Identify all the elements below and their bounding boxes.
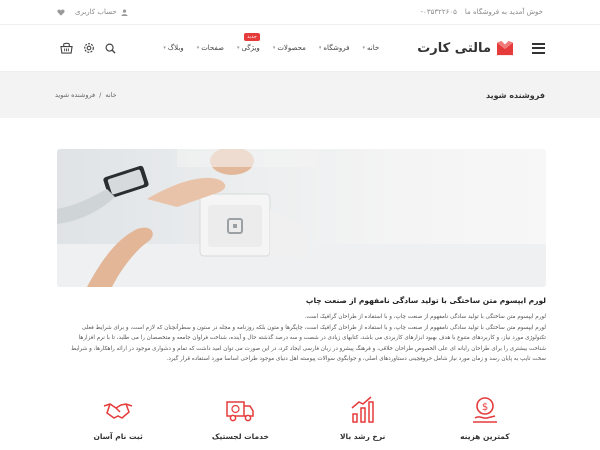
nav-item-home[interactable]: خانه ▾	[363, 44, 380, 52]
top-bar: خوش آمدید به فروشگاه ما ۰۳۵۳۲۲۶۰۵- حساب …	[0, 0, 600, 25]
nav-item-shop[interactable]: فروشگاه ▾	[319, 44, 350, 52]
main-nav: خانه ▾ فروشگاه ▾ محصولات ▾ جدید ویژگی ▾ صفحات…	[163, 33, 380, 52]
breadcrumb-separator: /	[99, 91, 102, 99]
new-badge: جدید	[244, 33, 260, 41]
phone-number: ۰۳۵۳۲۲۶۰۵-	[420, 8, 457, 16]
nav-label: صفحات	[201, 44, 224, 52]
article-line: لورم ایپسوم متن ساختگی با تولید سادگی نا…	[81, 324, 546, 331]
article-heading: لورم ایپسوم متن ساختگی با تولید سادگی نا…	[305, 296, 546, 305]
chevron-down-icon: ▾	[318, 45, 322, 51]
logo-mark-icon	[497, 40, 513, 56]
search-icon[interactable]	[105, 43, 116, 54]
article-line: شناخت بیشتری را برای طراحان رایانه ای عل…	[71, 345, 546, 352]
growth-chart-icon	[351, 396, 374, 423]
payment-scene-illustration	[57, 149, 546, 287]
welcome-text: خوش آمدید به فروشگاه ما	[464, 8, 543, 16]
wishlist-heart-icon[interactable]	[57, 9, 65, 16]
feature-label: خدمات لجستیک	[211, 432, 269, 441]
nav-label: ویژگی	[241, 44, 260, 52]
chevron-down-icon: ▾	[272, 45, 276, 51]
account-label: حساب کاربری	[75, 8, 117, 16]
feature-label: کمترین هزینه	[460, 432, 510, 441]
article-line: لورم ایپسوم متن ساختگی با تولید سادگی نا…	[304, 314, 546, 320]
article-line: سخت تایپ به پایان رسد و زمان مورد نیاز ش…	[166, 356, 546, 362]
logo-text: مالتی کارت	[417, 40, 491, 56]
handshake-icon	[103, 403, 133, 419]
chevron-down-icon: ▾	[362, 45, 366, 51]
header-icons	[60, 42, 116, 54]
account-link[interactable]: حساب کاربری	[75, 8, 128, 16]
nav-item-blog[interactable]: وبلاگ ▾	[163, 44, 183, 52]
nav-item-pages[interactable]: صفحات ▾	[197, 44, 224, 52]
site-logo[interactable]: مالتی کارت	[417, 40, 514, 56]
feature-label: نرخ رشد بالا	[339, 432, 386, 441]
features-row: $ کمترین هزینه نرخ رشد بالا خدمات لجستیک…	[57, 396, 546, 441]
breadcrumb-current: فروشنده شوید	[55, 91, 96, 99]
breadcrumb-home[interactable]: خانه	[105, 91, 116, 99]
article-section: لورم ایپسوم متن ساختگی با تولید سادگی نا…	[57, 296, 546, 365]
nav-label: محصولات	[277, 44, 306, 52]
coins-icon: $	[472, 397, 497, 423]
nav-label: خانه	[367, 44, 380, 52]
nav-label: وبلاگ	[167, 44, 184, 52]
feature-item: نرخ رشد بالا	[313, 396, 413, 441]
page-title: فروشنده شوید	[486, 90, 545, 100]
settings-icon[interactable]	[83, 42, 95, 54]
chevron-down-icon: ▾	[236, 45, 240, 51]
hamburger-menu-icon[interactable]	[532, 42, 545, 54]
cart-icon[interactable]	[60, 42, 73, 54]
svg-text:$: $	[482, 402, 488, 413]
user-icon	[121, 8, 128, 16]
delivery-truck-icon	[226, 401, 255, 422]
nav-item-features[interactable]: جدید ویژگی ▾	[236, 33, 260, 52]
feature-item: ثبت نام آسان	[68, 396, 168, 441]
chevron-down-icon: ▾	[163, 45, 166, 51]
feature-label: ثبت نام آسان	[93, 432, 143, 441]
hero-image	[57, 149, 546, 287]
feature-item: $ کمترین هزینه	[435, 396, 535, 441]
feature-item: خدمات لجستیک	[190, 396, 290, 441]
main-header: مالتی کارت خانه ▾ فروشگاه ▾ محصولات ▾ جدید و…	[0, 25, 600, 72]
article-line: تکنولوژی مورد نیاز، و کاربردهای متنوع با…	[78, 335, 546, 341]
chevron-down-icon: ▾	[196, 45, 200, 51]
nav-label: فروشگاه	[323, 44, 350, 52]
breadcrumb: خانه / فروشنده شوید	[55, 91, 117, 99]
page-title-band: فروشنده شوید خانه / فروشنده شوید	[0, 72, 600, 118]
nav-item-products[interactable]: محصولات ▾	[273, 44, 306, 52]
